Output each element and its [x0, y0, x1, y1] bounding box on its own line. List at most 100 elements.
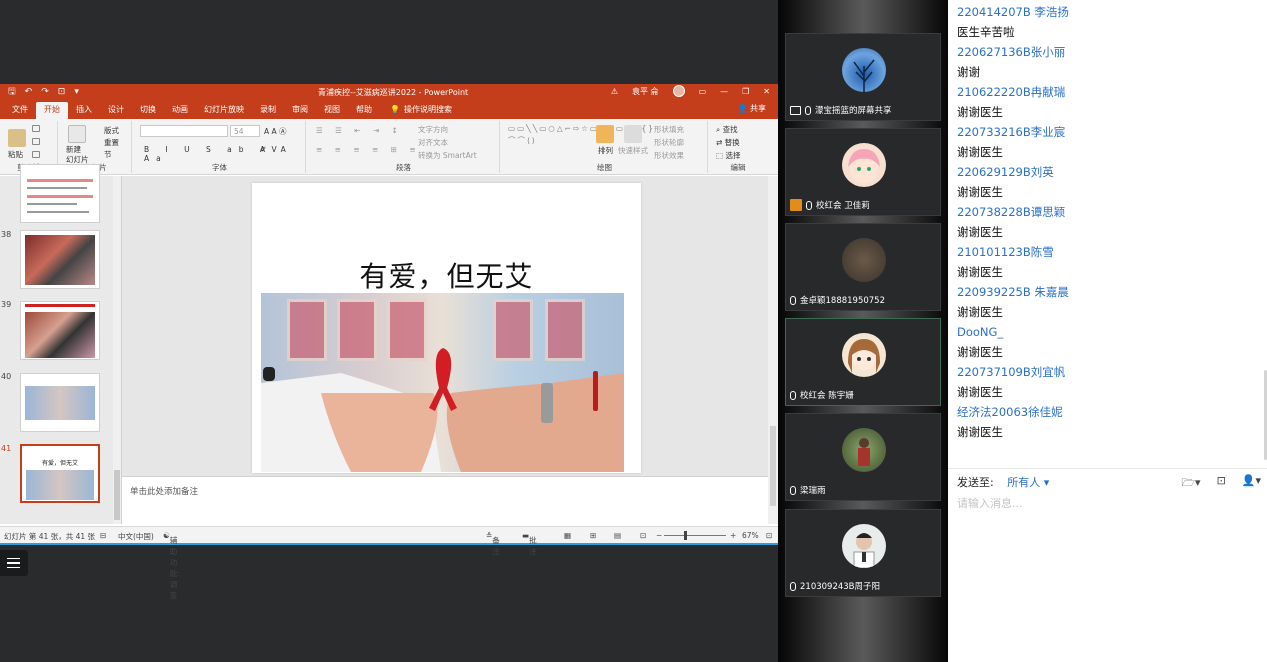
- chat-sender[interactable]: 220629129B刘英: [957, 162, 1257, 182]
- tab-review[interactable]: 审阅: [284, 102, 316, 119]
- cut-icon[interactable]: [32, 125, 40, 132]
- slide-thumbnail[interactable]: [20, 301, 100, 360]
- chat-input[interactable]: 请输入消息...: [957, 495, 1023, 511]
- tell-me-search[interactable]: 💡 操作说明搜索: [380, 102, 452, 119]
- arrange-icon[interactable]: [596, 125, 614, 143]
- tab-slideshow[interactable]: 幻灯片放映: [196, 102, 252, 119]
- participant-tile[interactable]: 梁瑞雨: [785, 413, 941, 501]
- close-icon[interactable]: ✕: [763, 87, 770, 96]
- slideshow-icon[interactable]: ⊡: [640, 531, 646, 540]
- meeting-menu-button[interactable]: [0, 550, 28, 576]
- list-buttons[interactable]: ☰ ☰ ⇤ ⇥ ↕: [316, 126, 403, 135]
- normal-view-icon[interactable]: ▦: [564, 531, 571, 540]
- chat-sender[interactable]: 210622220B冉献瑞: [957, 82, 1257, 102]
- paste-label[interactable]: 粘贴: [8, 149, 23, 160]
- find-button[interactable]: ⌕ 查找: [716, 124, 738, 135]
- reset-button[interactable]: 重置: [104, 137, 119, 148]
- participant-tile[interactable]: 校红会 卫佳莉: [785, 128, 941, 216]
- current-slide[interactable]: 有爱，但无艾: [252, 183, 641, 473]
- tab-help[interactable]: 帮助: [348, 102, 380, 119]
- accessibility-status[interactable]: ☯ 辅助功能: 调查: [163, 531, 180, 600]
- text-direction-button[interactable]: 文字方向: [418, 124, 448, 135]
- user-avatar[interactable]: [672, 85, 685, 97]
- chat-sender[interactable]: 220738228B谭思颖: [957, 202, 1257, 222]
- comments-toggle[interactable]: ▬ 批注: [522, 531, 537, 556]
- user-name[interactable]: 袁平 侖: [632, 86, 659, 97]
- zoom-slider[interactable]: [664, 535, 726, 536]
- chat-sender[interactable]: 经济法20063徐佳妮: [957, 402, 1257, 422]
- chat-sender[interactable]: 210101123B陈雪: [957, 242, 1257, 262]
- shape-fill-button[interactable]: 形状填充: [654, 124, 684, 135]
- tab-transitions[interactable]: 切换: [132, 102, 164, 119]
- ribbon-display-icon[interactable]: ▭: [699, 87, 707, 96]
- save-icon[interactable]: 🖫: [8, 86, 16, 98]
- notes-pane[interactable]: 单击此处添加备注: [122, 476, 768, 526]
- tab-design[interactable]: 设计: [100, 102, 132, 119]
- share-button[interactable]: 👤 共享: [737, 103, 766, 114]
- tab-insert[interactable]: 插入: [68, 102, 100, 119]
- slide-editing-area[interactable]: 有爱，但无艾: [122, 176, 768, 476]
- tab-file[interactable]: 文件: [4, 102, 36, 119]
- grow-shrink-font[interactable]: A A Ⓐ: [264, 126, 287, 137]
- slide-title[interactable]: 有爱，但无艾: [252, 255, 641, 295]
- chat-sender[interactable]: 220733216B李业宸: [957, 122, 1257, 142]
- chat-sender[interactable]: 220939225B 朱嘉晨: [957, 282, 1257, 302]
- participant-tile[interactable]: 金卓颖18881950752: [785, 223, 941, 311]
- chat-sender[interactable]: 220737109B刘宜帆: [957, 362, 1257, 382]
- minimize-icon[interactable]: —: [720, 87, 728, 96]
- reading-view-icon[interactable]: ▤: [614, 531, 621, 540]
- smartart-button[interactable]: 转换为 SmartArt: [418, 150, 477, 161]
- slide-thumbnail[interactable]: [20, 373, 100, 432]
- spellcheck-icon[interactable]: ⊟: [100, 531, 106, 540]
- shape-effects-button[interactable]: 形状效果: [654, 150, 684, 161]
- slide-thumbnails-pane[interactable]: 38 39 40 41 有爱，但无艾: [0, 164, 122, 524]
- chat-messages[interactable]: 220414207B 李浩扬 医生辛苦啦 220627136B张小丽 谢谢 21…: [957, 2, 1257, 442]
- fit-slide-icon[interactable]: ⊡: [766, 531, 772, 540]
- zoom-out-icon[interactable]: −: [656, 531, 662, 540]
- participant-tile[interactable]: 210309243B周子阳: [785, 509, 941, 597]
- font-color-buttons[interactable]: ✐ A: [260, 145, 292, 154]
- font-family-combo[interactable]: [140, 125, 228, 137]
- start-from-beginning-icon[interactable]: ⊡: [58, 86, 66, 98]
- redo-icon[interactable]: ↷: [41, 86, 49, 98]
- chat-sender[interactable]: DooNG_: [957, 322, 1257, 342]
- paste-icon[interactable]: [8, 129, 26, 147]
- tab-home[interactable]: 开始: [36, 102, 68, 119]
- participant-settings-icon[interactable]: 👤▾: [1242, 474, 1261, 493]
- language-status[interactable]: 中文(中国): [118, 531, 154, 542]
- new-slide-icon[interactable]: [68, 125, 86, 143]
- tab-view[interactable]: 视图: [316, 102, 348, 119]
- save-chat-icon[interactable]: ⊡: [1217, 474, 1226, 493]
- slide-thumbnail[interactable]: [20, 230, 100, 289]
- slide-scrollbar[interactable]: [768, 176, 778, 524]
- file-icon[interactable]: 🗁▾: [1181, 474, 1200, 493]
- slide-photo-red-ribbon-hands[interactable]: [261, 293, 624, 472]
- format-painter-icon[interactable]: [32, 151, 40, 158]
- shapes-gallery[interactable]: ▭▭╲╲▭○△⌐⇨☆▭△▭▭↳↻{}⌒⌒⟨⟩: [508, 123, 653, 147]
- arrange-label[interactable]: 排列: [598, 145, 613, 156]
- undo-icon[interactable]: ↶: [25, 86, 33, 98]
- restore-icon[interactable]: ❐: [742, 87, 749, 96]
- zoom-level[interactable]: 67%: [742, 531, 759, 540]
- slide-sorter-icon[interactable]: ⊞: [590, 531, 596, 540]
- participant-tile-speaking[interactable]: 校红会 陈宇姗: [785, 318, 941, 406]
- notes-toggle[interactable]: ≙ 备注: [486, 531, 500, 556]
- customize-qat-icon[interactable]: ▾: [74, 86, 79, 98]
- section-button[interactable]: 节: [104, 149, 112, 160]
- thumbs-scrollbar[interactable]: [113, 176, 121, 524]
- quick-styles-label[interactable]: 快速样式: [618, 145, 648, 156]
- quick-styles-icon[interactable]: [624, 125, 642, 143]
- copy-icon[interactable]: [32, 138, 40, 145]
- chat-sender[interactable]: 220414207B 李浩扬: [957, 2, 1257, 22]
- tab-record[interactable]: 录制: [252, 102, 284, 119]
- zoom-in-icon[interactable]: +: [730, 531, 736, 540]
- layout-button[interactable]: 版式: [104, 125, 119, 136]
- chat-sender[interactable]: 220627136B张小丽: [957, 42, 1257, 62]
- slide-thumbnail-selected[interactable]: 有爱，但无艾: [20, 444, 100, 503]
- shape-outline-button[interactable]: 形状轮廓: [654, 137, 684, 148]
- align-buttons[interactable]: ≡ ≡ ≡ ≡ ⊞ ≡: [316, 145, 421, 154]
- replace-button[interactable]: ⇄ 替换: [716, 137, 740, 148]
- send-to-dropdown[interactable]: 所有人 ▾: [1007, 476, 1049, 489]
- participant-tile[interactable]: 濛宝摇篮的屏幕共享: [785, 33, 941, 121]
- select-button[interactable]: ⬚ 选择: [716, 150, 740, 161]
